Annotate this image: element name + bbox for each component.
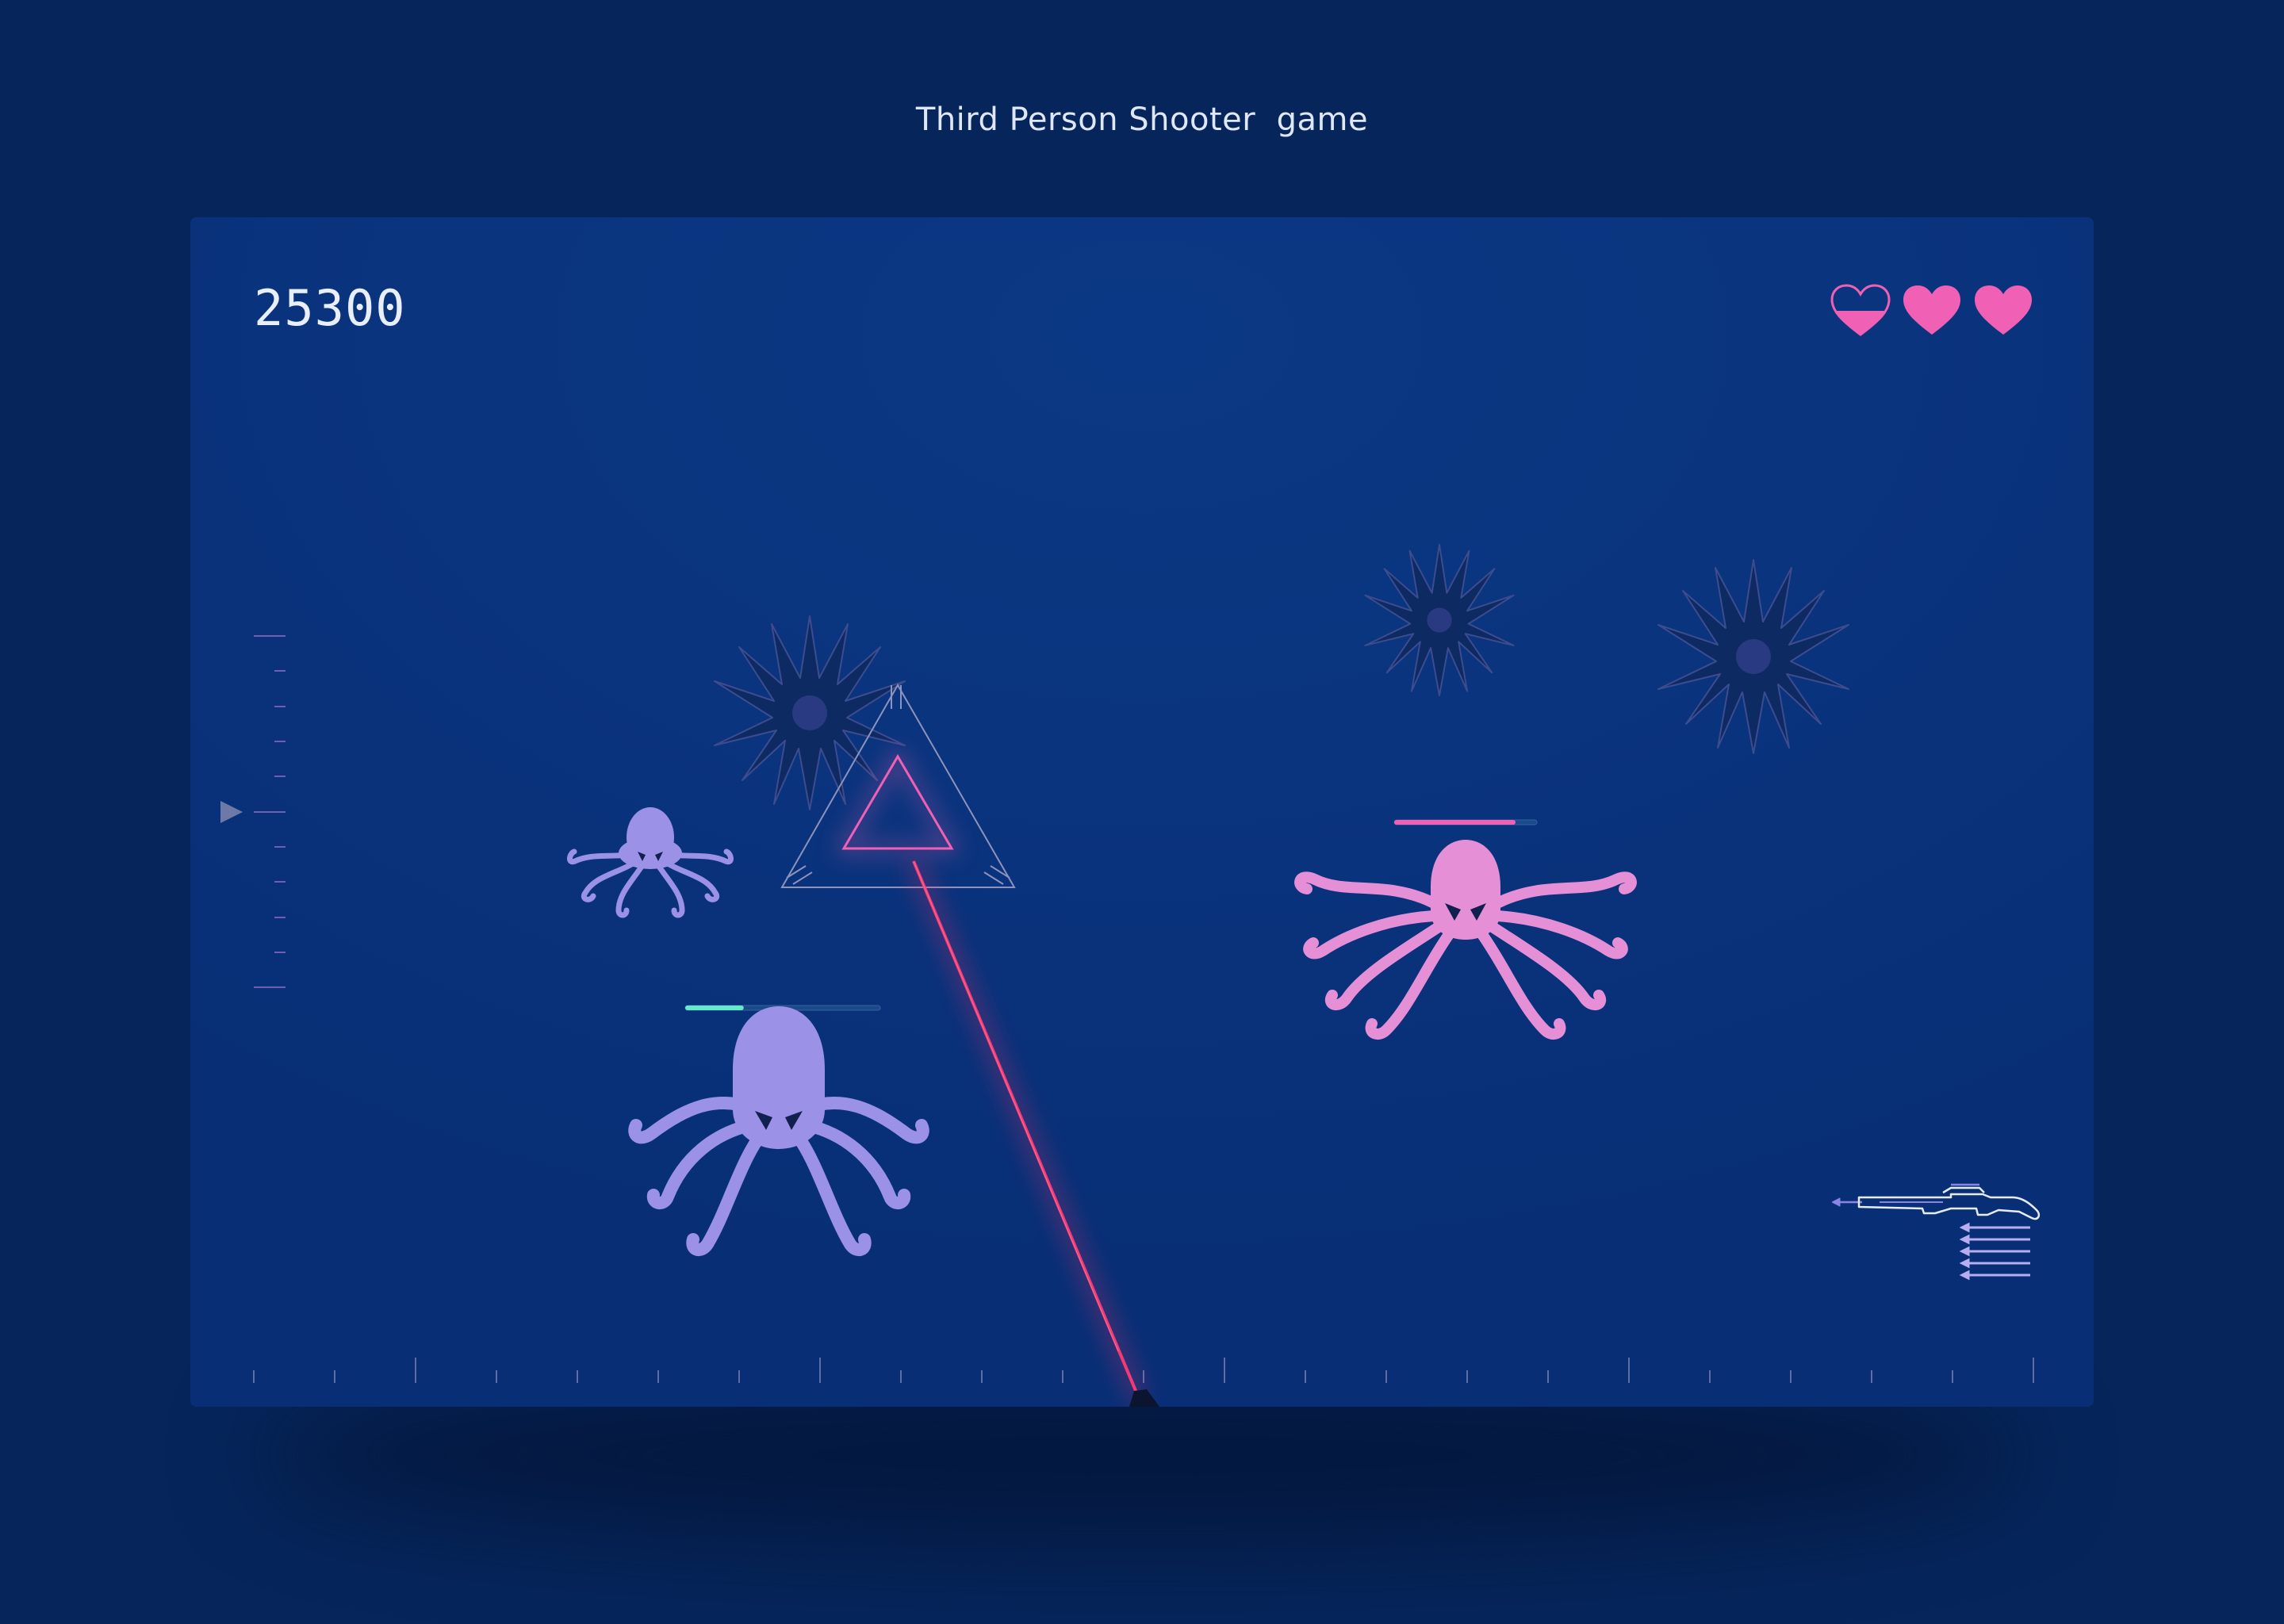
heart-icon — [1830, 284, 1891, 336]
game-page: Third Person Shooter game 25300 — [0, 0, 2284, 1624]
heart-icon — [1975, 285, 2032, 335]
game-scene — [190, 217, 2094, 1407]
weapon-panel[interactable] — [1832, 1177, 2046, 1312]
game-board[interactable]: 25300 — [190, 217, 2094, 1407]
pink-octopus-health-bar — [1393, 819, 1538, 825]
heart-icon — [1903, 285, 1960, 335]
score-counter: 25300 — [254, 279, 406, 337]
ammo-counter — [1959, 1222, 2030, 1281]
page-title: Third Person Shooter game — [915, 102, 1369, 138]
rifle-icon — [1832, 1183, 2041, 1220]
lives-display — [1830, 284, 2033, 338]
